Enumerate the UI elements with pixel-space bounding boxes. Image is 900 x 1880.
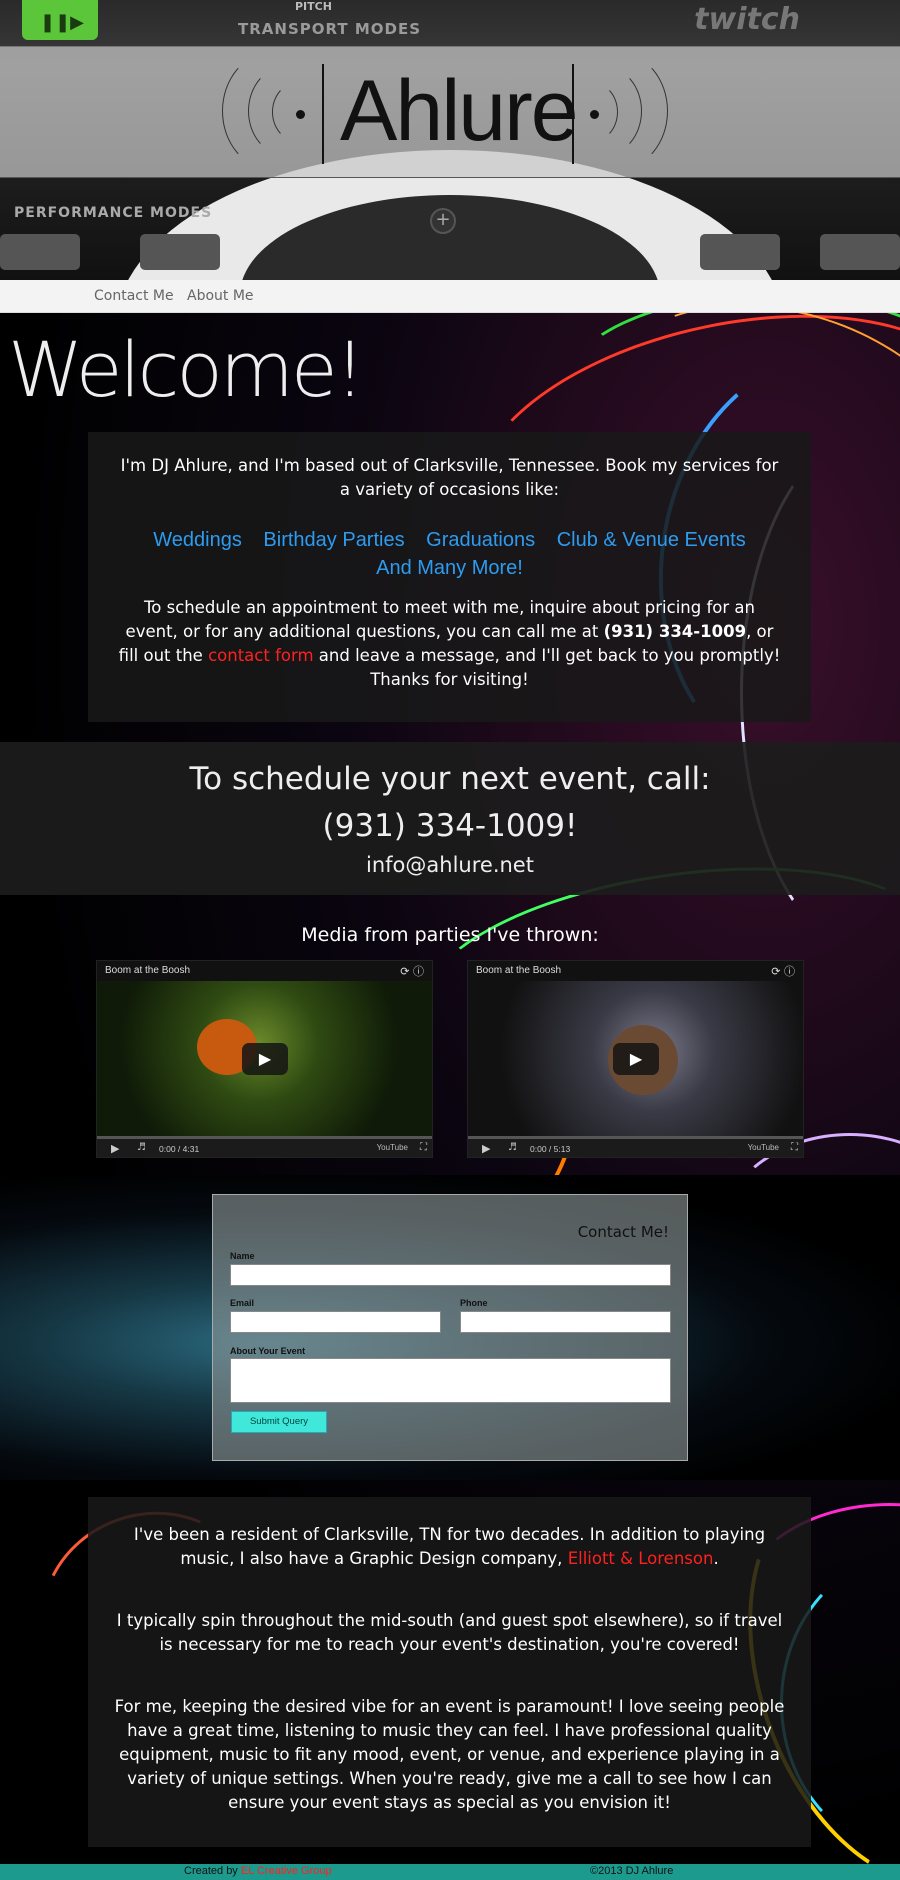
play-icon[interactable]: ▶ (111, 1142, 119, 1155)
service-weddings[interactable]: Weddings (153, 529, 242, 551)
email-label: Email (230, 1298, 255, 1308)
about-paragraph-2: I typically spin throughout the mid-sout… (116, 1611, 783, 1654)
share-info-icon[interactable]: ⟳ ⓘ (771, 963, 795, 979)
name-label: Name (230, 1251, 255, 1261)
about-panel: I've been a resident of Clarksville, TN … (88, 1497, 811, 1847)
play-icon[interactable]: ▶ (482, 1142, 490, 1155)
footer-copyright: ©2013 DJ Ahlure (590, 1865, 674, 1877)
created-by-text: Created by (184, 1865, 241, 1877)
about-text-part: . (713, 1549, 719, 1568)
logo-divider (322, 64, 324, 164)
play-button-icon[interactable]: ▶ (613, 1043, 659, 1075)
deck-label-pitch: PITCH (295, 0, 332, 13)
logo-dot (590, 110, 599, 119)
logo-dot (296, 110, 305, 119)
contact-form-link[interactable]: contact form (208, 646, 313, 665)
call-to-action: To schedule your next event, call: (931)… (0, 742, 900, 895)
volume-icon[interactable]: ♬ (508, 1142, 517, 1153)
schedule-text-part: and leave a message, and I'll get back t… (313, 646, 781, 689)
nav-about-me[interactable]: About Me (187, 288, 254, 304)
play-button-icon[interactable]: ▶ (242, 1043, 288, 1075)
phone-label: Phone (460, 1298, 488, 1308)
service-birthday-parties[interactable]: Birthday Parties (263, 529, 404, 551)
about-paragraph-3: For me, keeping the desired vibe for an … (114, 1697, 785, 1812)
phone-field[interactable] (460, 1311, 671, 1333)
footer: Created by EL Creative Group ©2013 DJ Ah… (0, 1864, 900, 1880)
nav-contact-me[interactable]: Contact Me (94, 288, 174, 304)
service-club-venue-events[interactable]: Club & Venue Events (557, 529, 746, 551)
about-event-textarea[interactable] (230, 1358, 671, 1403)
deck-brand: twitch (694, 2, 800, 37)
elliott-lorenson-link[interactable]: Elliott & Lorenson (568, 1549, 714, 1568)
nav-bar: Contact Me About Me (0, 280, 900, 313)
contact-form: Contact Me! Name Email Phone About Your … (212, 1194, 688, 1461)
creator-link[interactable]: EL Creative Group (241, 1865, 332, 1877)
service-graduations[interactable]: Graduations (426, 529, 535, 551)
site-logo[interactable]: Ahlure (340, 62, 579, 161)
deck-pad (0, 234, 80, 270)
logo-divider (572, 64, 574, 164)
services-list: Weddings Birthday Parties Graduations Cl… (108, 526, 791, 582)
page-title: Welcome! (8, 325, 365, 414)
volume-icon[interactable]: ♬ (137, 1142, 146, 1153)
call-phone: (931) 334-1009! (322, 808, 578, 844)
video-player[interactable]: Boom at the Boosh ⟳ ⓘ ▶ ▶ ♬ 0:00 / 4:31 … (96, 960, 433, 1158)
header-banner: ❚❚▶ PITCH TRANSPORT MODES twitch + PERFO… (0, 0, 900, 280)
submit-button[interactable]: Submit Query (231, 1411, 327, 1433)
video-title[interactable]: Boom at the Boosh (476, 965, 561, 976)
form-title: Contact Me! (577, 1223, 669, 1241)
play-pause-icon: ❚❚▶ (40, 12, 85, 33)
video-player[interactable]: Boom at the Boosh ⟳ ⓘ ▶ ▶ ♬ 0:00 / 5:13 … (467, 960, 804, 1158)
video-controls: ▶ ♬ 0:00 / 5:13 YouTube ⛶ (468, 1136, 803, 1157)
youtube-logo[interactable]: YouTube (377, 1143, 408, 1152)
media-heading: Media from parties I've thrown: (301, 924, 599, 946)
welcome-panel: I'm DJ Ahlure, and I'm based out of Clar… (88, 432, 811, 722)
email-field[interactable] (230, 1311, 441, 1333)
about-event-label: About Your Event (230, 1346, 306, 1356)
deck-label-performance: PERFORMANCE MODES (14, 205, 213, 221)
deck-label-transport: TRANSPORT MODES (238, 20, 422, 38)
schedule-text: To schedule an appointment to meet with … (118, 596, 781, 692)
share-info-icon[interactable]: ⟳ ⓘ (400, 963, 424, 979)
deck-pad-green: ❚❚▶ (22, 0, 98, 40)
fullscreen-icon[interactable]: ⛶ (420, 1142, 427, 1153)
call-heading: To schedule your next event, call: (189, 761, 711, 797)
fullscreen-icon[interactable]: ⛶ (791, 1142, 798, 1153)
footer-credit: Created by EL Creative Group (184, 1865, 332, 1877)
call-email[interactable]: info@ahlure.net (0, 853, 900, 877)
phone-number: (931) 334-1009 (603, 622, 747, 641)
name-field[interactable] (230, 1264, 671, 1286)
deck-pad (140, 234, 220, 270)
video-controls: ▶ ♬ 0:00 / 4:31 YouTube ⛶ (97, 1136, 432, 1157)
deck-pad (700, 234, 780, 270)
intro-text: I'm DJ Ahlure, and I'm based out of Clar… (120, 456, 779, 499)
youtube-logo[interactable]: YouTube (748, 1143, 779, 1152)
knob-icon: + (430, 208, 456, 234)
video-title[interactable]: Boom at the Boosh (105, 965, 190, 976)
deck-pad (820, 234, 900, 270)
video-time: 0:00 / 5:13 (530, 1144, 571, 1154)
about-paragraph-1: I've been a resident of Clarksville, TN … (114, 1523, 785, 1571)
video-time: 0:00 / 4:31 (159, 1144, 200, 1154)
service-many-more[interactable]: And Many More! (376, 557, 523, 579)
